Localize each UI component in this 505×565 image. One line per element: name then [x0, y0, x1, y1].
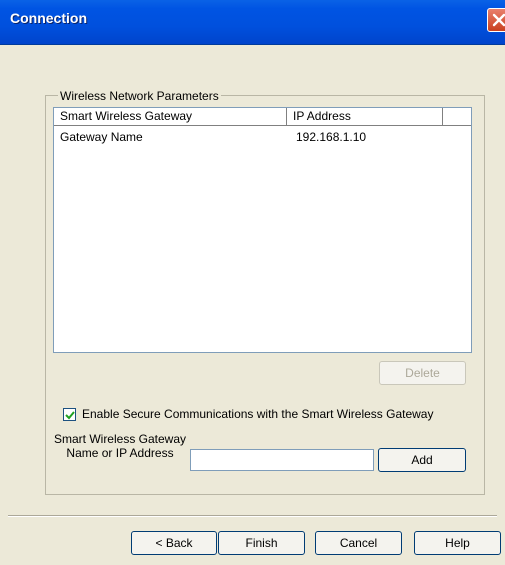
- gateway-name-input[interactable]: [190, 449, 374, 471]
- gateway-list[interactable]: Smart Wireless Gateway IP Address Gatewa…: [53, 107, 472, 353]
- separator: [8, 515, 497, 517]
- column-header-ip[interactable]: IP Address: [287, 108, 443, 125]
- checkmark-icon: [65, 411, 75, 420]
- gateway-ip-cell: 192.168.1.10: [296, 130, 367, 144]
- list-header: Smart Wireless Gateway IP Address: [54, 108, 471, 126]
- window-title: Connection: [10, 10, 87, 26]
- cancel-button[interactable]: Cancel: [315, 531, 402, 555]
- close-icon[interactable]: [487, 8, 505, 32]
- gateway-name-cell: Gateway Name: [60, 130, 143, 144]
- add-button[interactable]: Add: [378, 448, 466, 472]
- list-item[interactable]: Gateway Name 192.168.1.10: [54, 128, 471, 146]
- secure-comm-label: Enable Secure Communications with the Sm…: [82, 407, 434, 421]
- help-button[interactable]: Help: [414, 531, 501, 555]
- gateway-field-label: Smart Wireless Gateway Name or IP Addres…: [53, 432, 187, 460]
- delete-button[interactable]: Delete: [379, 361, 466, 385]
- group-legend: Wireless Network Parameters: [58, 89, 221, 103]
- title-bar[interactable]: Connection: [0, 0, 505, 45]
- column-header-gateway[interactable]: Smart Wireless Gateway: [54, 108, 287, 125]
- secure-comm-checkbox[interactable]: [63, 408, 76, 421]
- back-button[interactable]: < Back: [131, 531, 217, 555]
- finish-button[interactable]: Finish: [218, 531, 305, 555]
